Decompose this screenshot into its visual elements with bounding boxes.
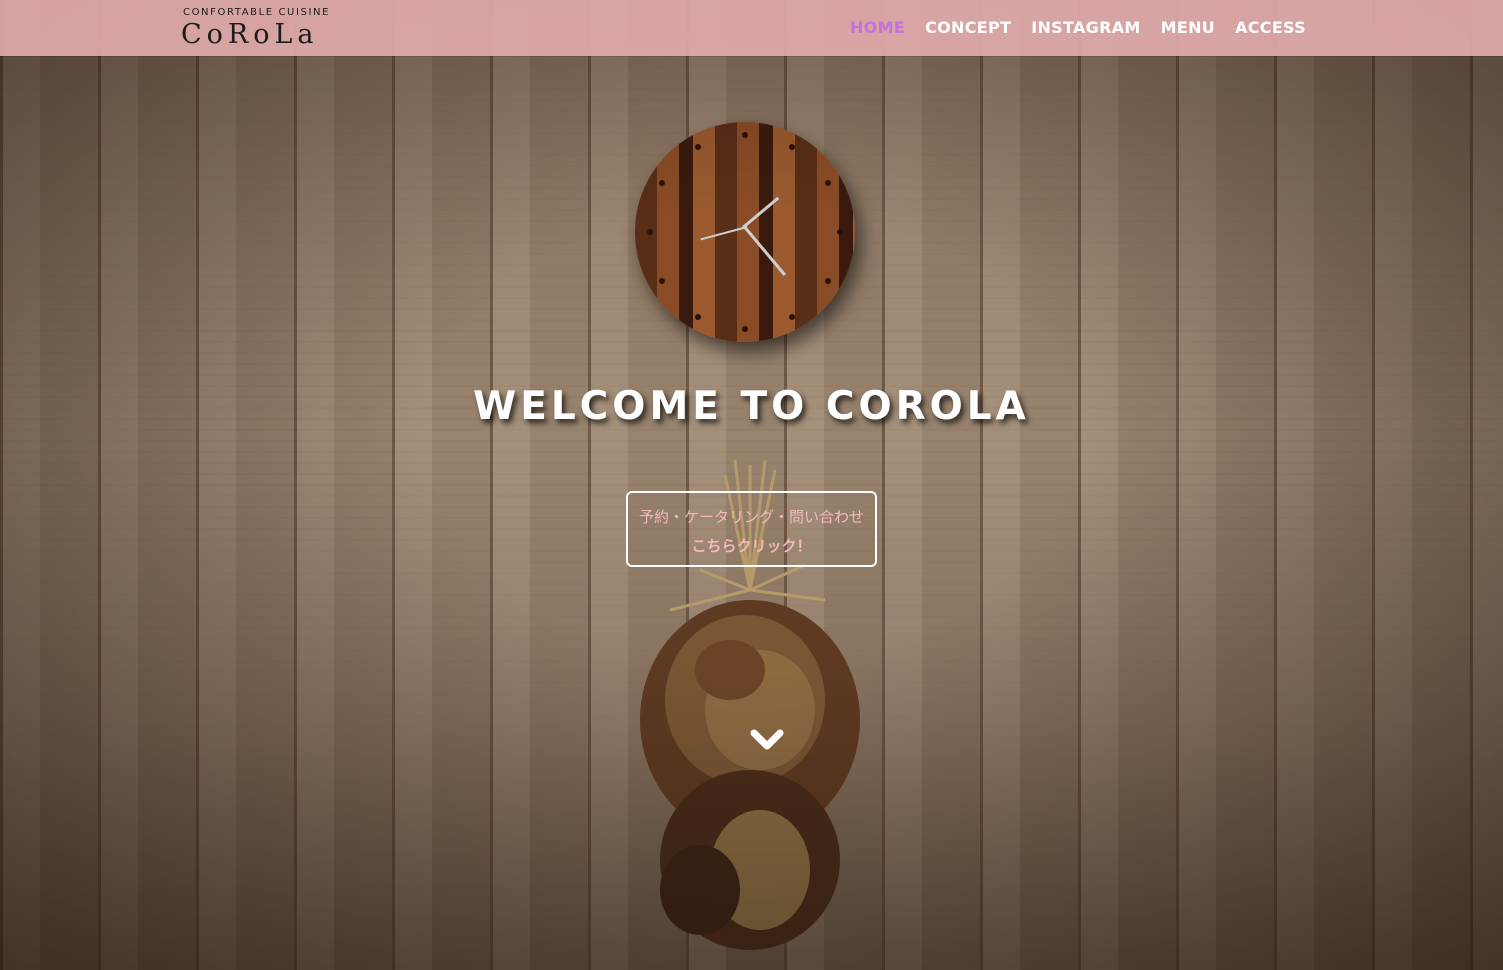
chevron-down-icon[interactable] — [749, 726, 785, 756]
hero-overlay — [0, 0, 1503, 970]
reservation-button[interactable]: 予約・ケータリング・問い合わせ こちらクリック！ — [626, 491, 877, 567]
site-header: CONFORTABLE CUISINE CoRoLa HOME CONCEPT … — [0, 0, 1503, 56]
hero-title: WELCOME TO COROLA — [473, 384, 1030, 429]
nav-item-menu[interactable]: MENU — [1161, 18, 1215, 37]
reservation-button-click-text: こちらクリック！ — [691, 537, 812, 555]
nav-item-home[interactable]: HOME — [850, 18, 905, 37]
page: CONFORTABLE CUISINE CoRoLa HOME CONCEPT … — [0, 0, 1503, 970]
nav-item-concept[interactable]: CONCEPT — [925, 18, 1011, 37]
logo-name: CoRoLa — [181, 19, 319, 50]
nav-item-instagram[interactable]: INSTAGRAM — [1031, 18, 1140, 37]
reservation-button-label: 予約・ケータリング・問い合わせ — [638, 508, 864, 526]
main-nav: HOME CONCEPT INSTAGRAM MENU ACCESS — [850, 18, 1306, 37]
site-logo[interactable]: CONFORTABLE CUISINE CoRoLa — [181, 5, 353, 51]
logo-tagline: CONFORTABLE CUISINE — [183, 7, 331, 18]
nav-item-access[interactable]: ACCESS — [1235, 18, 1306, 37]
